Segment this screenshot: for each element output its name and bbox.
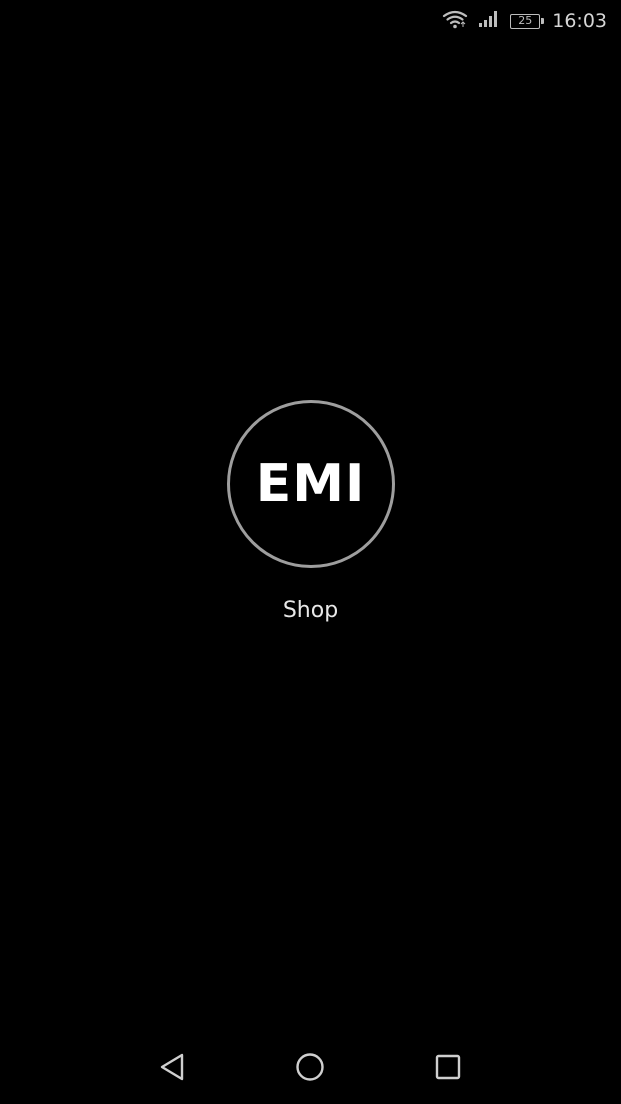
back-icon — [160, 1053, 184, 1081]
back-button[interactable] — [155, 1050, 189, 1084]
app-logo: EMI Shop — [0, 400, 621, 623]
home-button[interactable] — [293, 1050, 327, 1084]
home-icon — [296, 1053, 324, 1081]
status-icons: 25 16:03 — [442, 9, 607, 33]
splash-screen: 25 16:03 EMI Shop — [0, 0, 621, 1104]
status-time: 16:03 — [552, 10, 607, 32]
logo-ring: EMI — [226, 400, 395, 568]
status-bar: 25 16:03 — [0, 0, 621, 42]
battery-level: 25 — [518, 14, 533, 27]
recents-icon — [435, 1054, 461, 1080]
logo-caption: Shop — [282, 598, 339, 623]
cellular-signal-icon — [478, 10, 500, 32]
wifi-icon — [442, 9, 468, 33]
navigation-bar — [0, 1028, 621, 1104]
recents-button[interactable] — [431, 1050, 465, 1084]
battery-icon: 25 — [510, 13, 545, 29]
logo-text: EMI — [255, 454, 366, 514]
